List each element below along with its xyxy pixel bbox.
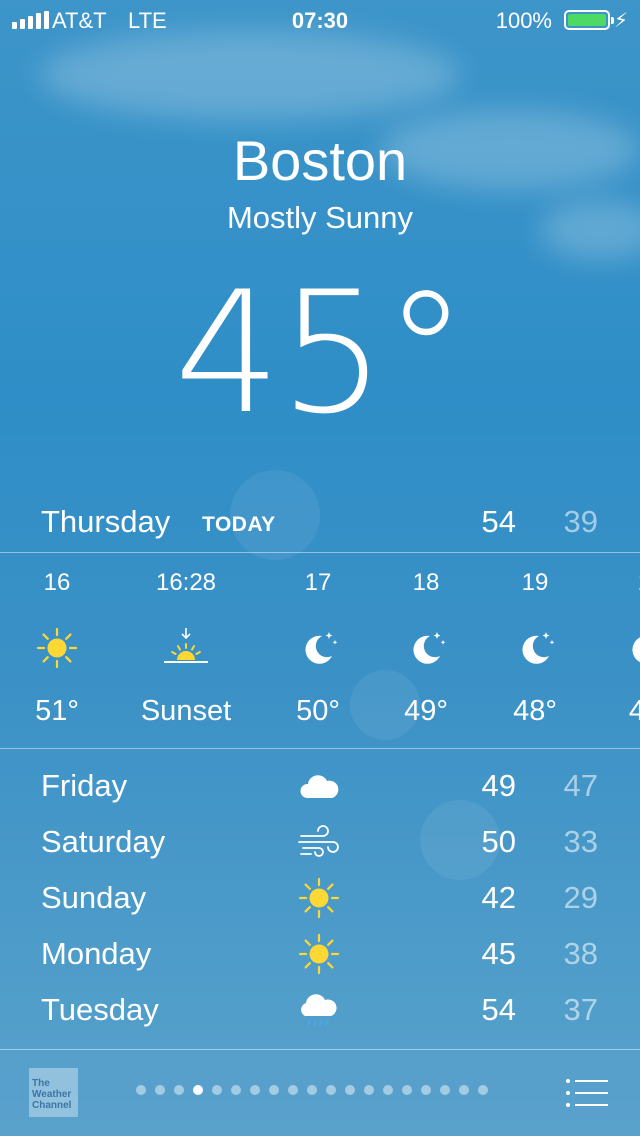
day-high: 54 xyxy=(481,992,516,1027)
page-dot[interactable] xyxy=(155,1085,165,1095)
page-dot[interactable] xyxy=(383,1085,393,1095)
charging-icon: ⚡︎ xyxy=(613,10,628,32)
day-low: 38 xyxy=(563,936,598,971)
hour-time: 16 xyxy=(43,569,71,596)
today-label: TODAY xyxy=(202,513,276,536)
day-high: 49 xyxy=(481,768,516,803)
day-low: 37 xyxy=(563,992,598,1027)
hour-value: Sunset xyxy=(140,695,232,727)
moon-stars-icon xyxy=(296,626,340,670)
page-dot[interactable] xyxy=(269,1085,279,1095)
today-day-name: Thursday xyxy=(41,504,171,539)
today-low: 39 xyxy=(563,504,598,539)
daily-row: Sunday 42 29 xyxy=(0,868,640,924)
sunset-icon xyxy=(164,626,208,670)
day-high: 42 xyxy=(481,880,516,915)
moon-stars-icon xyxy=(513,626,557,670)
moon-icon xyxy=(623,626,640,670)
page-dot[interactable] xyxy=(345,1085,355,1095)
sun-icon xyxy=(297,932,341,976)
today-summary: Thursday TODAY 54 39 xyxy=(0,500,640,550)
page-dot[interactable] xyxy=(212,1085,222,1095)
sun-icon xyxy=(297,876,341,920)
hour-time: 19 xyxy=(521,569,549,596)
page-dot[interactable] xyxy=(231,1085,241,1095)
bottom-toolbar: The Weather Channel xyxy=(0,1049,640,1136)
hour-value: 46 xyxy=(628,695,640,727)
weather-condition: Mostly Sunny xyxy=(226,200,414,235)
day-low: 33 xyxy=(563,824,598,859)
hour-time: 2 xyxy=(585,569,640,597)
hour-value: 49° xyxy=(404,695,448,727)
page-dot[interactable] xyxy=(402,1085,412,1095)
page-dot[interactable] xyxy=(459,1085,469,1095)
page-dot[interactable] xyxy=(364,1085,374,1095)
day-name: Saturday xyxy=(41,824,166,859)
sun-icon xyxy=(35,626,79,670)
hour-time: 17 xyxy=(304,569,332,596)
day-name: Tuesday xyxy=(41,992,159,1027)
day-name: Sunday xyxy=(41,880,147,915)
day-low: 47 xyxy=(563,768,598,803)
moon-stars-icon xyxy=(404,626,448,670)
weather-channel-logo[interactable]: The Weather Channel xyxy=(29,1068,78,1117)
battery-percent: 100% xyxy=(495,8,552,33)
wind-icon xyxy=(297,820,341,864)
battery-icon xyxy=(564,10,614,30)
cloud-wisp xyxy=(40,30,460,120)
page-dot[interactable] xyxy=(193,1085,203,1095)
page-dot[interactable] xyxy=(136,1085,146,1095)
hour-time: 16:28 xyxy=(155,569,217,596)
hour-value: 51° xyxy=(35,695,79,727)
hourly-forecast[interactable]: 16 51° 16:28 Sunset 17 50° 18 49° 19 48° 2 46 xyxy=(0,553,640,748)
hour-value: 50° xyxy=(296,695,340,727)
hour-time: 18 xyxy=(412,569,440,596)
rain-cloud-icon xyxy=(297,988,341,1032)
page-dot[interactable] xyxy=(288,1085,298,1095)
page-dot[interactable] xyxy=(250,1085,260,1095)
page-dot[interactable] xyxy=(307,1085,317,1095)
daily-row: Friday 49 47 xyxy=(0,756,640,812)
divider xyxy=(0,1049,640,1050)
cloud-icon xyxy=(297,764,341,808)
daily-row: Tuesday 54 37 xyxy=(0,980,640,1036)
today-high: 54 xyxy=(481,504,516,539)
hour-value: 48° xyxy=(513,695,557,727)
day-high: 45 xyxy=(481,936,516,971)
page-dot[interactable] xyxy=(174,1085,184,1095)
page-dot[interactable] xyxy=(440,1085,450,1095)
page-dot[interactable] xyxy=(421,1085,431,1095)
day-high: 50 xyxy=(481,824,516,859)
current-temperature: 45° xyxy=(174,255,468,451)
city-name: Boston xyxy=(232,129,408,192)
page-indicator[interactable] xyxy=(136,1085,488,1095)
day-name: Friday xyxy=(41,768,128,803)
status-bar: AT&T LTE 07:30 100% ⚡︎ xyxy=(0,0,640,40)
divider xyxy=(0,748,640,749)
page-dot[interactable] xyxy=(326,1085,336,1095)
daily-row: Monday 45 38 xyxy=(0,924,640,980)
day-name: Monday xyxy=(41,936,152,971)
page-dot[interactable] xyxy=(478,1085,488,1095)
city-list-icon[interactable] xyxy=(565,1078,609,1108)
daily-row: Saturday 50 33 xyxy=(0,812,640,868)
day-low: 29 xyxy=(563,880,598,915)
